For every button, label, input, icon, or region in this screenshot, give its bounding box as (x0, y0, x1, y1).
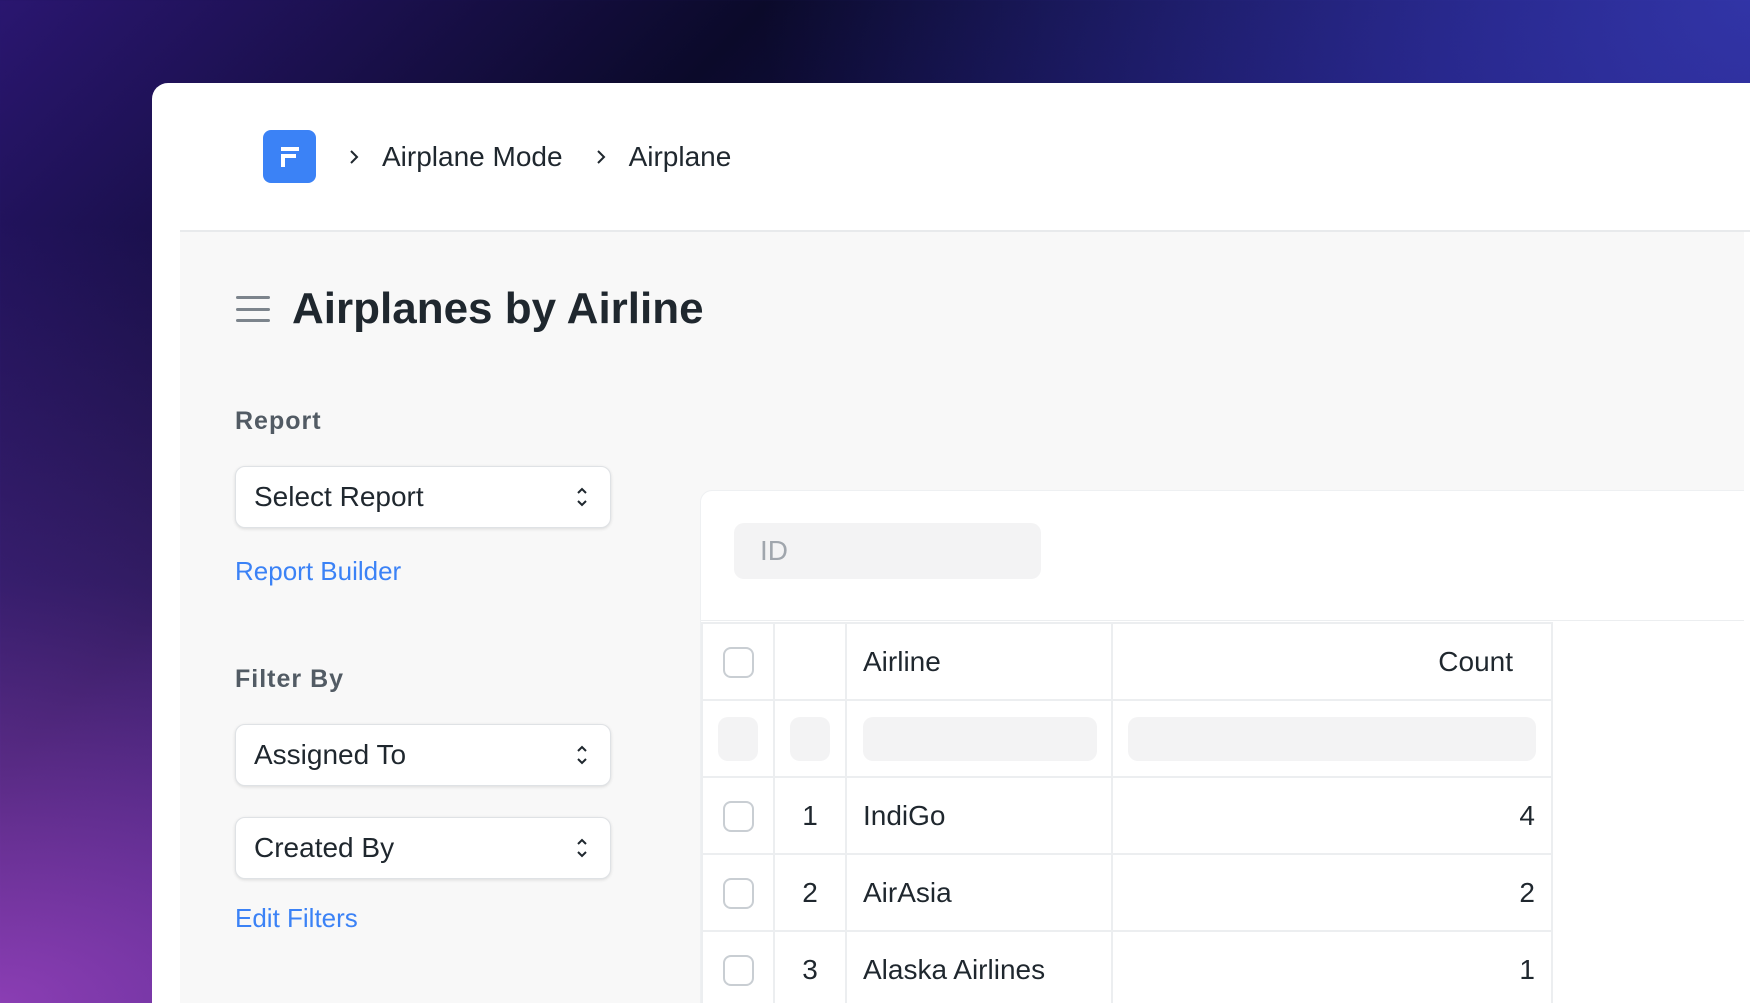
table-row[interactable]: 1 IndiGo 4 (701, 776, 1553, 855)
row-checkbox-cell (701, 776, 775, 855)
navbar: Airplane Mode Airplane (180, 83, 1750, 232)
airline-filter-input[interactable] (863, 716, 1097, 761)
filter-placeholder (790, 716, 830, 761)
divider (701, 620, 1744, 621)
created-by-dropdown[interactable]: Created By (235, 817, 611, 879)
filter-cell (701, 699, 775, 778)
frappe-logo-icon (280, 146, 299, 167)
report-builder-link[interactable]: Report Builder (235, 556, 401, 587)
page-title: Airplanes by Airline (292, 284, 704, 333)
row-checkbox[interactable] (722, 955, 754, 987)
count-cell[interactable]: 4 (1111, 776, 1553, 855)
column-header-airline[interactable]: Airline (845, 622, 1113, 701)
filter-cell (773, 699, 847, 778)
breadcrumb-airplane-mode[interactable]: Airplane Mode (382, 141, 563, 173)
filter-cell (1111, 699, 1553, 778)
id-filter-input[interactable]: ID (734, 523, 1041, 579)
filter-placeholder (718, 716, 758, 761)
sidebar: Report Select Report Report Builder Filt… (235, 407, 615, 934)
report-table: Airline Count 1 IndiGo 4 2 AirAsia 2 3 A… (701, 622, 1553, 1003)
assigned-to-dropdown[interactable]: Assigned To (235, 724, 611, 786)
row-checkbox-cell (701, 853, 775, 932)
count-cell[interactable]: 2 (1111, 853, 1553, 932)
airline-cell[interactable]: Alaska Airlines (845, 930, 1113, 1003)
airline-cell[interactable]: IndiGo (845, 776, 1113, 855)
select-report-value: Select Report (254, 481, 424, 512)
app-logo[interactable] (263, 130, 316, 183)
row-checkbox[interactable] (722, 801, 754, 833)
table-row[interactable]: 3 Alaska Airlines 1 (701, 930, 1553, 1003)
chevron-right-icon (596, 149, 605, 164)
count-cell[interactable]: 1 (1111, 930, 1553, 1003)
created-by-value: Created By (254, 832, 395, 863)
filter-by-label: Filter By (235, 665, 345, 693)
row-index: 1 (773, 776, 847, 855)
table-filter-row (701, 699, 1553, 778)
index-header (773, 622, 847, 701)
breadcrumb-airplane[interactable]: Airplane (629, 141, 732, 173)
chevron-updown-icon (577, 487, 587, 507)
row-checkbox-cell (701, 930, 775, 1003)
column-header-count[interactable]: Count (1111, 622, 1553, 701)
chevron-right-icon (350, 149, 359, 164)
count-filter-input[interactable] (1128, 716, 1536, 761)
assigned-to-value: Assigned To (254, 739, 407, 770)
airline-cell[interactable]: AirAsia (845, 853, 1113, 932)
filter-cell (845, 699, 1113, 778)
report-label: Report (235, 407, 322, 435)
app-window: Airplane Mode Airplane Airplanes by Airl… (152, 83, 1750, 1003)
report-panel: ID Airline Count 1 IndiGo 4 2 AirAsia 2 … (700, 490, 1744, 1003)
select-all-checkbox[interactable] (722, 647, 754, 679)
edit-filters-link[interactable]: Edit Filters (235, 903, 358, 934)
select-all-cell (701, 622, 775, 701)
menu-icon[interactable] (236, 296, 270, 322)
row-checkbox[interactable] (722, 878, 754, 910)
chevron-updown-icon (577, 838, 587, 858)
select-report-dropdown[interactable]: Select Report (235, 466, 611, 528)
page-content: Airplanes by Airline Report Select Repor… (180, 232, 1744, 1003)
table-header-row: Airline Count (701, 622, 1553, 701)
page-header: Airplanes by Airline (236, 284, 704, 334)
table-row[interactable]: 2 AirAsia 2 (701, 853, 1553, 932)
row-index: 2 (773, 853, 847, 932)
chevron-updown-icon (577, 745, 587, 765)
row-index: 3 (773, 930, 847, 1003)
